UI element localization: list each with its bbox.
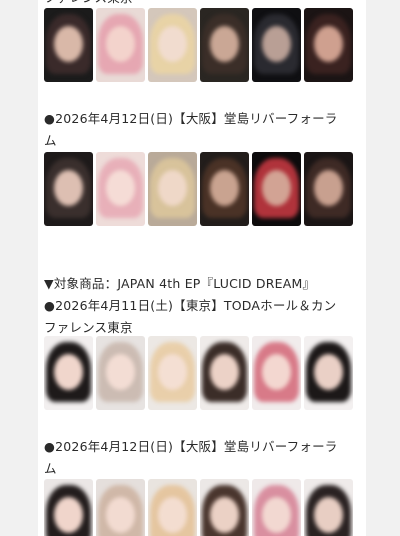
photocard-face	[314, 497, 343, 533]
photocard-image	[252, 8, 301, 82]
photocard-face	[210, 26, 239, 62]
photocard-face	[262, 354, 291, 390]
section-lucid-dream: ▼対象商品：JAPAN 4th EP『LUCID DREAM』 ●2026年4月…	[44, 273, 336, 339]
event-date-line: ●2026年4月11日(土)【東京】TODAホール＆カン	[44, 298, 337, 313]
photocard-face	[262, 497, 291, 533]
photocard-face	[262, 26, 291, 62]
target-product-line: ▼対象商品：JAPAN 4th EP『LUCID DREAM』	[44, 276, 316, 291]
photocard-image	[96, 336, 145, 410]
page: ファレンス東京 ●2026年4月12日(日)【大阪】堂島リバーフォーラ ム ▼対…	[0, 0, 400, 536]
photocard-face	[158, 26, 187, 62]
photocard-face	[210, 170, 239, 206]
photocard-row	[44, 8, 353, 82]
photocard-image	[200, 152, 249, 226]
photocard-face	[54, 170, 83, 206]
left-margin	[0, 0, 38, 536]
photocard-face	[158, 354, 187, 390]
photocard-face	[314, 26, 343, 62]
section-osaka-1: ●2026年4月12日(日)【大阪】堂島リバーフォーラ ム	[44, 108, 337, 152]
event-date-line: ●2026年4月12日(日)【大阪】堂島リバーフォーラ	[44, 439, 338, 454]
photocard-image	[304, 336, 353, 410]
photocard-face	[54, 26, 83, 62]
photocard-row	[44, 336, 353, 410]
photocard-image	[148, 336, 197, 410]
photocard-face	[210, 497, 239, 533]
photocard-face	[106, 26, 135, 62]
photocard-image	[44, 479, 93, 536]
photocard-face	[262, 170, 291, 206]
photocard-face	[54, 497, 83, 533]
right-margin	[366, 0, 400, 536]
photocard-image	[148, 8, 197, 82]
venue-line: ム	[44, 133, 57, 148]
photocard-image	[252, 152, 301, 226]
event-date-line: ●2026年4月12日(日)【大阪】堂島リバーフォーラ	[44, 111, 338, 126]
photocard-image	[44, 336, 93, 410]
photocard-face	[158, 497, 187, 533]
section-osaka-2: ●2026年4月12日(日)【大阪】堂島リバーフォーラ ム	[44, 436, 337, 480]
photocard-row	[44, 479, 353, 536]
photocard-image	[304, 8, 353, 82]
photocard-image	[252, 479, 301, 536]
photocard-image	[96, 8, 145, 82]
photocard-face	[106, 497, 135, 533]
photocard-image	[304, 479, 353, 536]
photocard-face	[106, 354, 135, 390]
photocard-image	[304, 152, 353, 226]
photocard-image	[200, 8, 249, 82]
photocard-image	[252, 336, 301, 410]
photocard-image	[44, 152, 93, 226]
photocard-face	[106, 170, 135, 206]
photocard-face	[314, 354, 343, 390]
photocard-image	[96, 152, 145, 226]
venue-line: ム	[44, 461, 57, 476]
photocard-image	[200, 336, 249, 410]
photocard-image	[148, 152, 197, 226]
photocard-face	[54, 354, 83, 390]
photocard-image	[44, 8, 93, 82]
photocard-face	[210, 354, 239, 390]
photocard-image	[200, 479, 249, 536]
photocard-image	[148, 479, 197, 536]
photocard-image	[96, 479, 145, 536]
photocard-face	[314, 170, 343, 206]
photocard-row	[44, 152, 353, 226]
photocard-face	[158, 170, 187, 206]
